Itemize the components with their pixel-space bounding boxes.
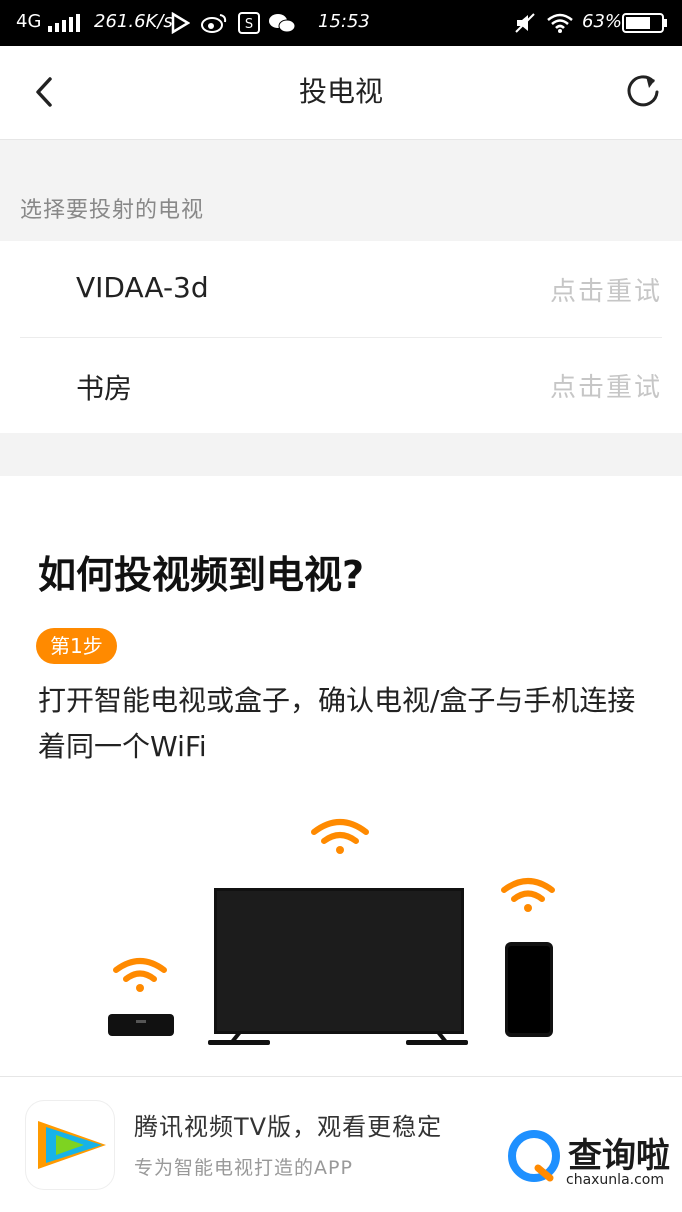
watermark-url: chaxunla.com <box>566 1172 664 1188</box>
retry-button[interactable]: 点击重试 <box>550 271 662 308</box>
network-speed: 261.6K/s <box>94 11 173 32</box>
battery-icon <box>622 13 667 33</box>
tv-icon <box>208 888 468 1045</box>
weibo-icon <box>201 14 227 33</box>
phone-icon <box>505 942 553 1037</box>
device-row[interactable]: VIDAA-3d 点击重试 <box>0 241 682 338</box>
banner-subtitle: 专为智能电视打造的APP <box>134 1157 353 1179</box>
wifi-icon <box>311 819 369 854</box>
chaxunla-logo-icon <box>508 1130 560 1182</box>
s-app-icon: S <box>238 12 260 34</box>
nav-bar: 投电视 <box>0 46 682 140</box>
wifi-icon <box>113 958 167 992</box>
device-list: VIDAA-3d 点击重试 书房 点击重试 <box>0 241 682 433</box>
wifi-icon <box>501 878 555 912</box>
step-badge: 第1步 <box>36 628 117 664</box>
page-title: 投电视 <box>298 75 383 108</box>
set-top-box-icon <box>108 1014 174 1036</box>
refresh-button[interactable] <box>620 68 668 116</box>
section-separator <box>0 433 682 476</box>
battery-percent: 63% <box>582 11 623 32</box>
device-name: VIDAA-3d <box>76 271 209 304</box>
step-instruction: 打开智能电视或盒子，确认电视/盒子与手机连接着同一个WiFi <box>38 684 636 763</box>
device-name: 书房 <box>76 372 133 405</box>
retry-button[interactable]: 点击重试 <box>550 367 662 404</box>
svg-text:S: S <box>245 17 253 32</box>
device-row[interactable]: 书房 点击重试 <box>0 337 682 433</box>
wifi-setup-illustration <box>108 819 555 1045</box>
device-section-label: 选择要投射的电视 <box>20 198 205 223</box>
refresh-icon <box>627 75 659 107</box>
network-type: 4G <box>16 11 42 32</box>
signal-icon <box>48 14 80 32</box>
section-background <box>0 140 682 241</box>
guide-title: 如何投视频到电视? <box>38 553 365 597</box>
status-bar: 4G 261.6K/s S 15:53 63% <box>0 0 682 46</box>
tencent-video-icon <box>26 1101 114 1189</box>
banner-title: 腾讯视频TV版，观看更稳定 <box>134 1113 443 1141</box>
watermark-name: 查询啦 <box>568 1136 670 1176</box>
wechat-icon <box>269 14 296 33</box>
wifi-icon <box>547 13 573 33</box>
clock: 15:53 <box>318 11 370 32</box>
mute-icon <box>515 13 535 33</box>
play-icon <box>171 12 190 34</box>
